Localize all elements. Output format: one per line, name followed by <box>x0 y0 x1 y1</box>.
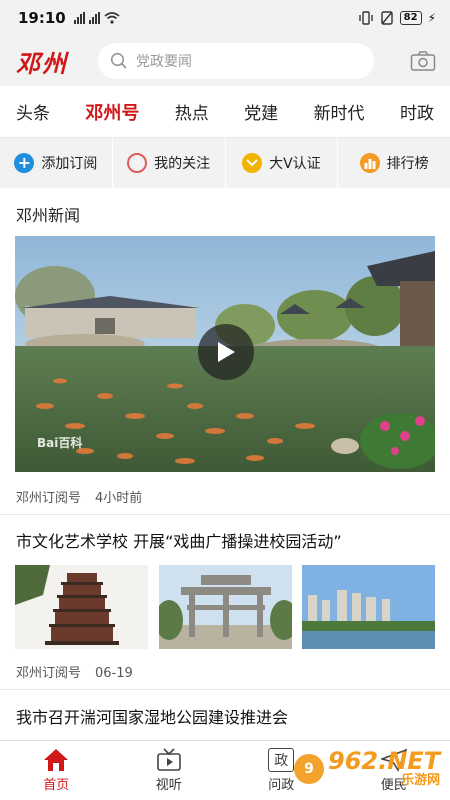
city-thumbnail <box>302 565 435 649</box>
article-time: 4小时前 <box>95 491 143 506</box>
signal-icon <box>73 12 85 24</box>
site-watermark: 9 962.NET 乐游网 <box>294 744 444 794</box>
charging-icon: ⚡ <box>427 11 436 25</box>
ring-icon <box>127 153 148 173</box>
tab-dangjian[interactable]: 党建 <box>244 99 278 124</box>
ranking-button[interactable]: 排行榜 <box>338 138 450 188</box>
search-icon <box>110 52 127 69</box>
article-title[interactable]: 我市召开湍河国家湿地公园建设推进会 <box>16 704 288 728</box>
vibrate-icon <box>358 11 373 25</box>
baike-watermark: Bai百科 <box>37 436 83 450</box>
status-right: 82 ⚡ <box>358 11 436 25</box>
article-thumbnails[interactable] <box>15 565 435 649</box>
section-title: 邓州新闻 <box>16 206 81 225</box>
nav-wenzheng-label: 问政 <box>268 778 295 793</box>
play-icon <box>218 342 235 362</box>
archway-thumbnail <box>158 565 292 649</box>
tab-dengzhouhao[interactable]: 邓州号 <box>85 99 139 125</box>
search-placeholder: 党政要闻 <box>136 54 192 70</box>
article-time: 06-19 <box>95 666 133 681</box>
chevron-down-circle-icon <box>242 153 263 173</box>
nav-home-label: 首页 <box>43 778 70 793</box>
wifi-icon <box>104 12 120 24</box>
big-v-verify-label: 大V认证 <box>269 156 321 172</box>
search-input[interactable]: 党政要闻 <box>98 43 374 79</box>
app-header: 邓州 党政要闻 <box>0 36 450 86</box>
category-tabs: 头条 邓州号 热点 党建 新时代 时政 <box>0 86 450 138</box>
tab-shizheng[interactable]: 时政 <box>400 99 434 124</box>
signal-icon <box>88 12 100 24</box>
home-icon <box>44 749 69 771</box>
quick-actions: + 添加订阅 我的关注 大V认证 排行榜 <box>0 138 450 188</box>
big-v-verify-button[interactable]: 大V认证 <box>225 138 339 188</box>
article-meta: 邓州订阅号 06-19 <box>16 662 133 681</box>
no-sim-icon <box>380 11 393 25</box>
wenzheng-icon: 政 <box>268 748 295 772</box>
my-follows-button[interactable]: 我的关注 <box>112 138 226 188</box>
bar-chart-icon <box>359 153 380 173</box>
add-subscription-button[interactable]: + 添加订阅 <box>0 138 113 188</box>
signal-icons <box>73 12 120 24</box>
play-button[interactable] <box>198 324 254 380</box>
tv-icon <box>156 748 181 771</box>
add-subscription-label: 添加订阅 <box>41 156 98 172</box>
app-logo: 邓州 <box>16 48 68 78</box>
status-bar: 19:10 82 ⚡ <box>0 0 450 36</box>
plus-circle-icon: + <box>14 153 35 173</box>
divider <box>0 689 450 690</box>
watermark-brand: 962.NET <box>328 747 441 775</box>
my-follows-label: 我的关注 <box>154 156 211 172</box>
ranking-label: 排行榜 <box>386 156 429 172</box>
article-source: 邓州订阅号 <box>16 491 82 506</box>
watermark-sub: 乐游网 <box>401 773 441 788</box>
battery-icon: 82 <box>399 11 422 25</box>
camera-icon[interactable] <box>410 50 436 72</box>
nav-shiting[interactable]: 视听 <box>113 741 226 800</box>
tab-xinshidai[interactable]: 新时代 <box>314 99 365 124</box>
nav-shiting-label: 视听 <box>155 778 182 793</box>
article-source: 邓州订阅号 <box>16 666 82 681</box>
article-meta: 邓州订阅号 4小时前 <box>16 487 142 506</box>
divider <box>0 514 450 515</box>
nav-home[interactable]: 首页 <box>0 741 113 800</box>
article-title[interactable]: 市文化艺术学校 开展“戏曲广播操进校园活动” <box>16 528 342 552</box>
video-card-image[interactable]: Bai百科 <box>15 236 435 472</box>
pagoda-thumbnail <box>15 565 148 649</box>
tab-toutiao[interactable]: 头条 <box>16 99 50 124</box>
tab-redian[interactable]: 热点 <box>175 99 209 124</box>
status-time: 19:10 <box>18 9 66 27</box>
watermark-logo-icon: 9 <box>294 754 324 784</box>
